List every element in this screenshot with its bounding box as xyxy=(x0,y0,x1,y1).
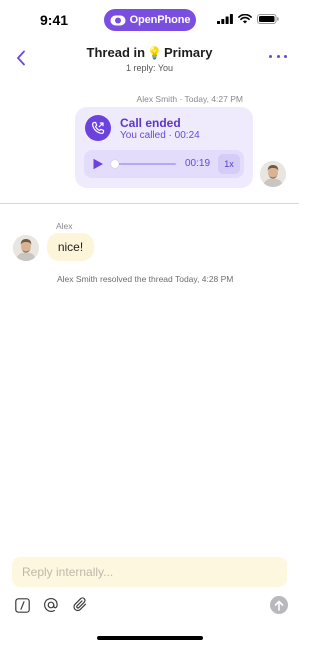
reply-input[interactable] xyxy=(12,557,287,587)
ellipsis-icon xyxy=(276,54,280,58)
phone-outgoing-icon xyxy=(85,115,111,141)
user-avatar-icon xyxy=(13,235,39,261)
ellipsis-icon xyxy=(284,54,287,58)
slash-command-button[interactable] xyxy=(13,596,31,614)
mention-button[interactable] xyxy=(42,596,60,614)
signal-icon xyxy=(217,14,233,24)
send-arrow-icon xyxy=(274,600,284,611)
reply-composer[interactable] xyxy=(12,557,287,587)
mention-icon xyxy=(44,598,58,612)
thread-divider xyxy=(0,203,299,204)
message-meta: Alex Smith · Today, 4:27 PM xyxy=(136,94,243,104)
playback-track[interactable] xyxy=(113,163,176,165)
resolved-status-note: Alex Smith resolved the thread Today, 4:… xyxy=(57,274,234,284)
playback-speed-button[interactable]: 1x xyxy=(218,154,240,174)
avatar xyxy=(13,235,39,261)
title-prefix: Thread in xyxy=(86,45,146,60)
wifi-icon xyxy=(238,14,252,24)
brand-pill: OpenPhone xyxy=(104,9,196,31)
reply-count: 1 reply: You xyxy=(125,63,174,73)
battery-icon xyxy=(257,14,279,24)
openphone-logo-icon xyxy=(110,15,126,25)
brand-name: OpenPhone xyxy=(129,14,191,26)
page-title: Thread in 💡 Primary xyxy=(87,45,213,60)
call-status-title: Call ended xyxy=(120,116,181,130)
attachment-button[interactable] xyxy=(71,596,89,614)
home-indicator xyxy=(97,636,203,640)
composer-toolbar xyxy=(13,596,288,614)
lightbulb-icon: 💡 xyxy=(147,45,163,60)
system-icons xyxy=(217,14,279,24)
header-title-block: Thread in 💡 Primary 1 reply: You xyxy=(0,44,299,73)
reply-message-bubble[interactable]: nice! xyxy=(47,233,94,261)
ellipsis-icon xyxy=(269,54,272,58)
attachment-icon xyxy=(72,597,86,612)
playback-scrubber[interactable] xyxy=(111,160,119,168)
send-button[interactable] xyxy=(270,596,288,614)
playback-duration: 00:19 xyxy=(185,158,211,169)
voicemail-player: 00:19 1x xyxy=(84,150,244,178)
status-bar: 9:41 OpenPhone xyxy=(0,0,299,44)
call-message-bubble[interactable]: Call ended You called · 00:24 00:19 1x xyxy=(75,107,253,188)
call-status-subtitle: You called · 00:24 xyxy=(120,130,200,141)
play-icon[interactable] xyxy=(92,158,104,170)
user-avatar-icon xyxy=(260,161,286,187)
title-inbox-name: Primary xyxy=(164,45,213,60)
status-time: 9:41 xyxy=(40,12,69,28)
thread-header: Thread in 💡 Primary 1 reply: You xyxy=(0,42,299,74)
avatar xyxy=(260,161,286,187)
reply-author: Alex xyxy=(56,221,73,231)
slash-command-icon xyxy=(14,597,30,613)
more-options-button[interactable] xyxy=(269,49,287,63)
